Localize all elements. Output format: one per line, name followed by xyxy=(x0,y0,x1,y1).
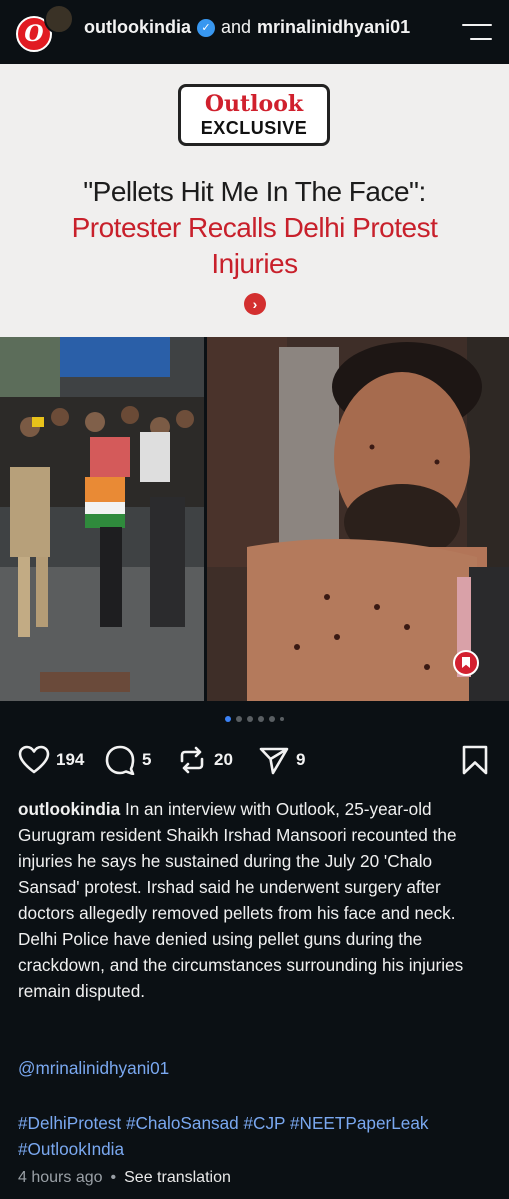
caption-username[interactable]: outlookindia xyxy=(18,799,120,819)
hashtags[interactable]: #DelhiProtest #ChaloSansad #CJP #NEETPap… xyxy=(18,1110,498,1162)
post-time: 4 hours ago xyxy=(18,1169,103,1186)
carousel-dot[interactable] xyxy=(258,716,264,722)
repost-icon xyxy=(180,746,204,774)
collaborator-username[interactable]: mrinalinidhyani01 xyxy=(257,17,410,38)
repost-count: 20 xyxy=(214,750,233,769)
post-image-banner[interactable]: Outlook EXCLUSIVE "Pellets Hit Me In The… xyxy=(0,64,509,337)
heart-icon xyxy=(18,745,50,774)
headline-quote: "Pellets Hit Me In The Face": xyxy=(83,176,426,207)
post-photos[interactable] xyxy=(0,337,509,701)
next-arrow-icon[interactable]: › xyxy=(244,293,266,315)
carousel-dot[interactable] xyxy=(225,716,231,722)
carousel-indicator xyxy=(0,716,509,722)
like-count: 194 xyxy=(56,750,85,769)
carousel-dot[interactable] xyxy=(247,716,253,722)
share-button[interactable]: 9 xyxy=(258,742,305,778)
headline-highlight: Protester Recalls Delhi Protest Injuries xyxy=(71,212,438,279)
repost-button[interactable]: 20 xyxy=(176,742,233,778)
share-icon xyxy=(259,747,289,775)
share-count: 9 xyxy=(296,750,306,769)
post-header: O outlookindia ✓ and mrinalinidhyani01 xyxy=(0,0,509,64)
carousel-dot[interactable] xyxy=(269,716,275,722)
banner-headline: "Pellets Hit Me In The Face": Protester … xyxy=(30,174,479,282)
caption-text: In an interview with Outlook, 25-year-ol… xyxy=(18,799,464,1001)
exclusive-label: EXCLUSIVE xyxy=(200,118,308,138)
like-button[interactable]: 194 xyxy=(18,742,84,778)
author-username[interactable]: outlookindia xyxy=(84,17,191,38)
protest-scene-photo xyxy=(0,337,204,701)
brand-logo: Outlook xyxy=(204,91,304,117)
exclusive-badge: Outlook EXCLUSIVE xyxy=(178,84,330,146)
bookmark-icon xyxy=(462,745,488,775)
post-meta: 4 hours ago • See translation xyxy=(18,1169,231,1187)
saved-bookmark-icon xyxy=(453,650,479,676)
meta-separator: • xyxy=(110,1169,117,1186)
comment-count: 5 xyxy=(142,750,152,769)
author-line: outlookindia ✓ and mrinalinidhyani01 xyxy=(84,17,410,38)
save-button[interactable] xyxy=(460,742,490,778)
carousel-dot[interactable] xyxy=(236,716,242,722)
comment-button[interactable]: 5 xyxy=(104,742,151,778)
action-bar: 194 5 20 9 xyxy=(0,742,509,782)
carousel-dot[interactable] xyxy=(280,717,284,721)
collaborator-avatar[interactable] xyxy=(44,4,74,34)
mention-link[interactable]: @mrinalinidhyani01 xyxy=(18,1058,169,1079)
avatar-letter: O xyxy=(24,21,44,47)
menu-icon[interactable] xyxy=(462,20,492,42)
injured-protester-photo xyxy=(207,337,509,701)
comment-icon xyxy=(105,745,135,775)
see-translation-link[interactable]: See translation xyxy=(124,1169,231,1187)
post-caption: outlookindia In an interview with Outloo… xyxy=(18,796,498,1004)
verified-icon: ✓ xyxy=(197,18,215,37)
author-joiner: and xyxy=(221,17,252,37)
